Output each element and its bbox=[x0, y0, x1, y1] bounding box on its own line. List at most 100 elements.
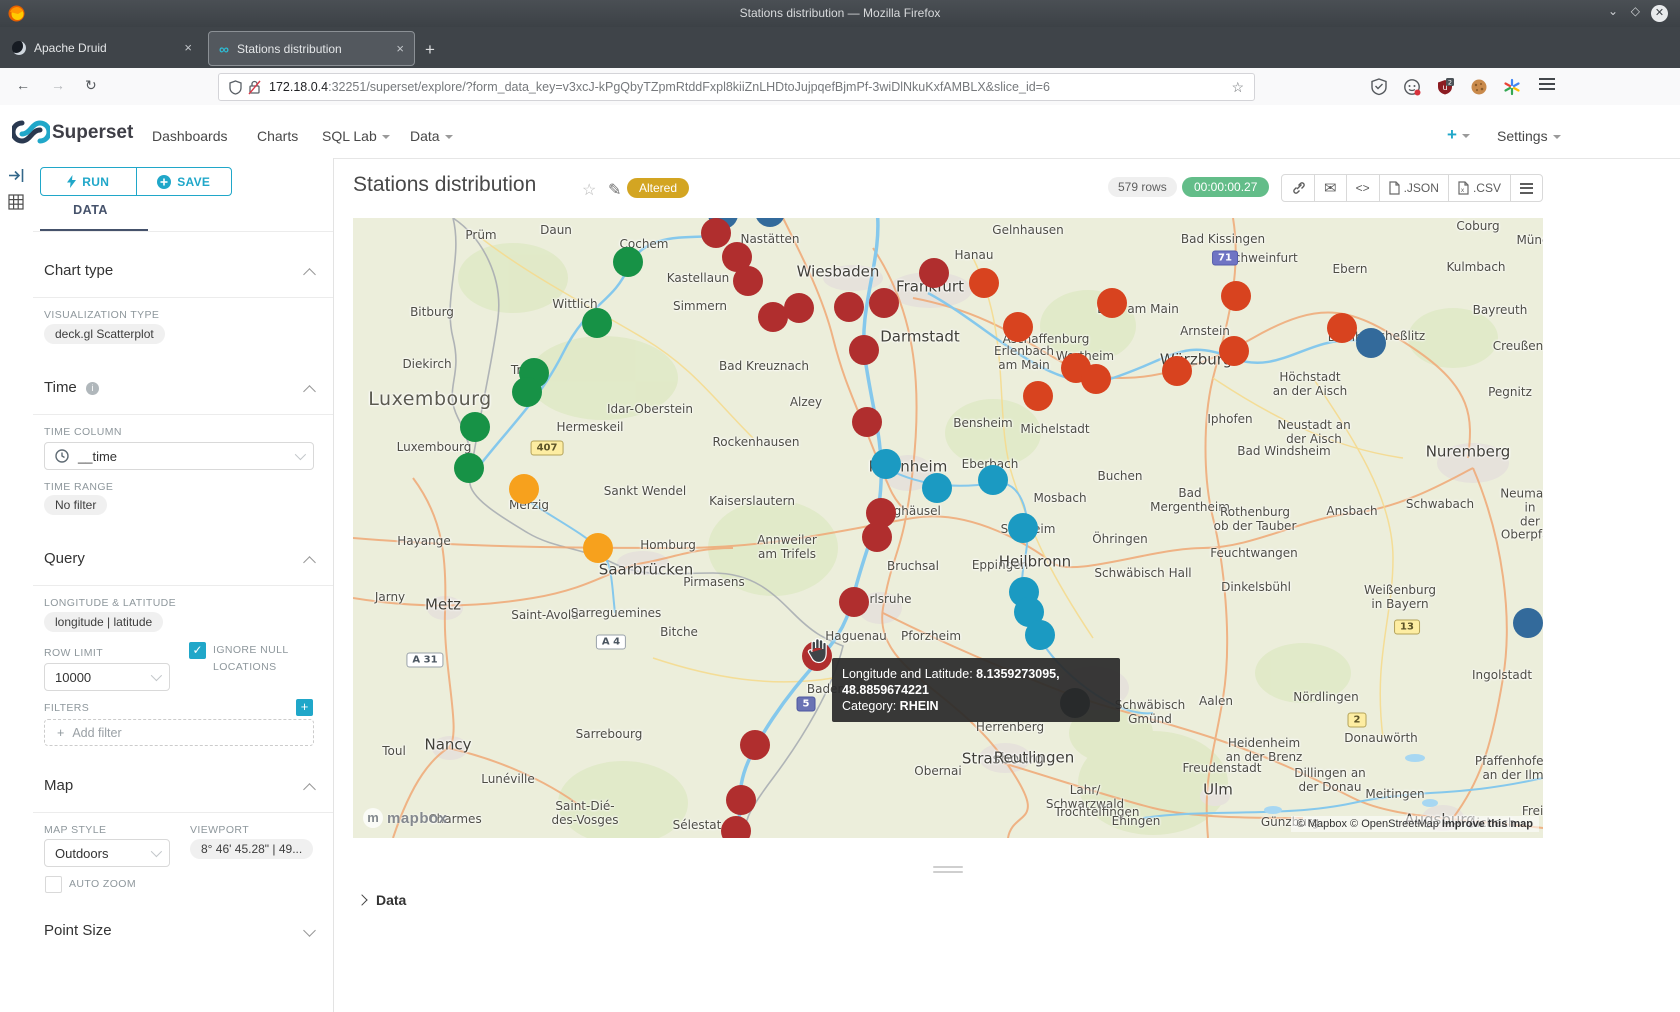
improve-map-link[interactable]: Improve this map bbox=[1442, 818, 1533, 830]
map-data-point[interactable] bbox=[969, 268, 999, 298]
map-data-point[interactable] bbox=[740, 730, 770, 760]
panel-drag-handle[interactable] bbox=[933, 866, 963, 868]
data-panel-toggle[interactable]: Data bbox=[358, 892, 406, 908]
time-range-value[interactable]: No filter bbox=[44, 495, 107, 515]
map-data-point[interactable] bbox=[784, 293, 814, 323]
edit-title-icon[interactable]: ✎ bbox=[608, 180, 621, 200]
map-data-point[interactable] bbox=[701, 218, 731, 248]
pocket-icon[interactable] bbox=[1370, 78, 1388, 96]
window-minimize-icon[interactable]: ⌄ bbox=[1608, 4, 1618, 18]
ublock-icon[interactable]: u2 bbox=[1436, 78, 1454, 96]
map-data-point[interactable] bbox=[852, 407, 882, 437]
map-data-point[interactable] bbox=[509, 474, 539, 504]
section-chart-type[interactable]: Chart type bbox=[44, 262, 113, 279]
map-data-point[interactable] bbox=[460, 412, 490, 442]
viz-type-value[interactable]: deck.gl Scatterplot bbox=[44, 324, 165, 344]
map-data-point[interactable] bbox=[583, 533, 613, 563]
section-query[interactable]: Query bbox=[44, 550, 85, 567]
forward-icon[interactable]: → bbox=[51, 77, 65, 93]
tab-apache-druid[interactable]: Apache Druid × bbox=[2, 31, 202, 64]
map-data-point[interactable] bbox=[871, 449, 901, 479]
map-data-point[interactable] bbox=[1023, 381, 1053, 411]
deckgl-scatterplot-map[interactable]: PrümDaunCochemNastättenKastellaunSimmern… bbox=[353, 218, 1543, 838]
brand-name[interactable]: Superset bbox=[52, 122, 133, 144]
map-data-point[interactable] bbox=[1356, 328, 1386, 358]
nav-charts[interactable]: Charts bbox=[257, 128, 298, 144]
extension-pinwheel-icon[interactable] bbox=[1503, 78, 1521, 96]
section-time[interactable]: Time i bbox=[44, 379, 99, 396]
time-column-select[interactable]: __time bbox=[44, 442, 314, 470]
section-map[interactable]: Map bbox=[44, 777, 73, 794]
map-data-point[interactable] bbox=[862, 522, 892, 552]
expand-dataset-panel-icon[interactable] bbox=[8, 167, 25, 184]
map-data-point[interactable] bbox=[1081, 364, 1111, 394]
map-data-point[interactable] bbox=[1003, 312, 1033, 342]
map-data-point[interactable] bbox=[1219, 336, 1249, 366]
copy-link-button[interactable] bbox=[1282, 175, 1314, 201]
bookmark-star-icon[interactable]: ☆ bbox=[1231, 79, 1244, 96]
map-data-point[interactable] bbox=[849, 335, 879, 365]
row-limit-select[interactable]: 10000 bbox=[44, 663, 170, 691]
back-icon[interactable]: ← bbox=[16, 77, 30, 93]
tab-close-icon[interactable]: × bbox=[396, 41, 404, 56]
map-data-point[interactable] bbox=[1097, 288, 1127, 318]
favorite-star-icon[interactable]: ☆ bbox=[582, 180, 596, 200]
collapse-chevron-icon[interactable] bbox=[303, 783, 316, 796]
tab-stations-distribution[interactable]: ∞ Stations distribution × bbox=[208, 31, 415, 66]
map-data-point[interactable] bbox=[1025, 620, 1055, 650]
map-data-point[interactable] bbox=[919, 258, 949, 288]
ignore-null-checkbox[interactable]: ✓ bbox=[189, 642, 206, 659]
permissions-shield-icon[interactable] bbox=[229, 80, 242, 95]
datasource-grid-icon[interactable] bbox=[8, 194, 24, 210]
nav-data[interactable]: Data bbox=[410, 128, 453, 144]
add-filter-plus-button[interactable]: + bbox=[296, 699, 313, 716]
url-bar[interactable]: 172.18.0.4:32251/superset/explore/?form_… bbox=[218, 73, 1255, 101]
section-point-size[interactable]: Point Size bbox=[44, 922, 112, 939]
map-data-point[interactable] bbox=[1513, 608, 1543, 638]
window-close-icon[interactable]: ✕ bbox=[1651, 5, 1668, 22]
cookie-icon[interactable] bbox=[1470, 78, 1488, 96]
nav-sql-lab[interactable]: SQL Lab bbox=[322, 128, 390, 144]
run-button[interactable]: RUN bbox=[41, 168, 136, 195]
map-data-point[interactable] bbox=[978, 465, 1008, 495]
map-data-point[interactable] bbox=[1327, 313, 1357, 343]
collapse-chevron-icon[interactable] bbox=[303, 556, 316, 569]
lonlat-value[interactable]: longitude | latitude bbox=[44, 612, 163, 632]
map-style-select[interactable]: Outdoors bbox=[44, 839, 170, 867]
map-data-point[interactable] bbox=[721, 816, 751, 838]
email-button[interactable]: ✉ bbox=[1314, 175, 1346, 201]
map-data-point[interactable] bbox=[726, 785, 756, 815]
embed-code-button[interactable]: <> bbox=[1346, 175, 1379, 201]
expand-chevron-icon[interactable] bbox=[303, 924, 316, 937]
add-filter-box[interactable]: +Add filter bbox=[44, 719, 314, 746]
mapbox-logo[interactable]: m mapbox bbox=[363, 808, 448, 828]
export-csv-button[interactable]: x .CSV bbox=[1448, 175, 1510, 201]
menu-hamburger-icon[interactable] bbox=[1539, 78, 1555, 90]
collapse-chevron-icon[interactable] bbox=[303, 385, 316, 398]
viewport-value[interactable]: 8° 46' 45.28" | 49... bbox=[190, 839, 313, 859]
account-mask-icon[interactable] bbox=[1403, 78, 1421, 96]
map-data-point[interactable] bbox=[1221, 281, 1251, 311]
map-data-point[interactable] bbox=[733, 266, 763, 296]
map-data-point[interactable] bbox=[582, 308, 612, 338]
map-data-point[interactable] bbox=[454, 453, 484, 483]
export-json-button[interactable]: .JSON bbox=[1379, 175, 1448, 201]
map-data-point[interactable] bbox=[839, 587, 869, 617]
tab-data[interactable]: DATA bbox=[33, 203, 148, 217]
settings-menu[interactable]: Settings bbox=[1497, 128, 1561, 144]
auto-zoom-checkbox[interactable] bbox=[45, 876, 62, 893]
collapse-chevron-icon[interactable] bbox=[303, 268, 316, 281]
window-maximize-icon[interactable]: ◇ bbox=[1631, 4, 1640, 18]
map-data-point[interactable] bbox=[512, 377, 542, 407]
nav-dashboards[interactable]: Dashboards bbox=[152, 128, 228, 144]
map-data-point[interactable] bbox=[1162, 356, 1192, 386]
map-data-point[interactable] bbox=[922, 473, 952, 503]
reload-icon[interactable]: ↻ bbox=[85, 77, 97, 94]
map-data-point[interactable] bbox=[869, 288, 899, 318]
map-data-point[interactable] bbox=[1008, 513, 1038, 543]
more-options-button[interactable] bbox=[1510, 175, 1542, 201]
save-button[interactable]: SAVE bbox=[136, 168, 232, 195]
panel-drag-handle[interactable] bbox=[933, 871, 963, 873]
map-data-point[interactable] bbox=[834, 292, 864, 322]
tab-close-icon[interactable]: × bbox=[184, 40, 192, 55]
